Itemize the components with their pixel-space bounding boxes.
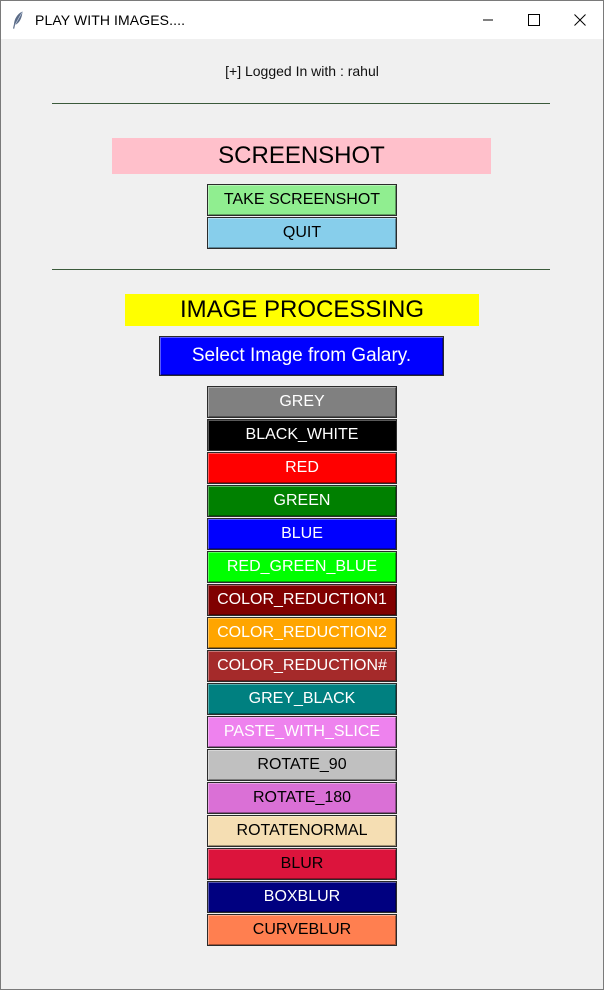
close-icon[interactable]	[557, 1, 603, 39]
filter-button-rotatenormal[interactable]: ROTATENORMAL	[207, 815, 397, 847]
separator-top	[52, 103, 550, 104]
filter-button-color-reduction1[interactable]: COLOR_REDUCTION1	[207, 584, 397, 616]
screenshot-heading: SCREENSHOT	[112, 138, 491, 174]
filter-button-boxblur[interactable]: BOXBLUR	[207, 881, 397, 913]
filter-button-red[interactable]: RED	[207, 452, 397, 484]
quit-button[interactable]: QUIT	[207, 217, 397, 249]
filter-button-color-reduction2[interactable]: COLOR_REDUCTION2	[207, 617, 397, 649]
filter-button-blur[interactable]: BLUR	[207, 848, 397, 880]
image-processing-heading: IMAGE PROCESSING	[125, 294, 479, 326]
separator-middle	[52, 269, 550, 270]
filter-button-green[interactable]: GREEN	[207, 485, 397, 517]
app-window: PLAY WITH IMAGES.... [+] Logged In with …	[0, 0, 604, 990]
title-bar[interactable]: PLAY WITH IMAGES....	[1, 1, 603, 39]
window-title: PLAY WITH IMAGES....	[35, 12, 186, 28]
filter-button-grey-black[interactable]: GREY_BLACK	[207, 683, 397, 715]
filter-button-black-white[interactable]: BLACK_WHITE	[207, 419, 397, 451]
take-screenshot-button[interactable]: TAKE SCREENSHOT	[207, 184, 397, 216]
maximize-icon[interactable]	[511, 1, 557, 39]
feather-icon	[1, 1, 35, 39]
filter-button-grey[interactable]: GREY	[207, 386, 397, 418]
filter-button-rotate-180[interactable]: ROTATE_180	[207, 782, 397, 814]
filter-button-red-green-blue[interactable]: RED_GREEN_BLUE	[207, 551, 397, 583]
filter-button-paste-with-slice[interactable]: PASTE_WITH_SLICE	[207, 716, 397, 748]
filter-button-curveblur[interactable]: CURVEBLUR	[207, 914, 397, 946]
minimize-icon[interactable]	[465, 1, 511, 39]
window-controls	[465, 1, 603, 39]
filter-button-blue[interactable]: BLUE	[207, 518, 397, 550]
filter-button-color-reduction[interactable]: COLOR_REDUCTION#	[207, 650, 397, 682]
filter-button-rotate-90[interactable]: ROTATE_90	[207, 749, 397, 781]
login-status: [+] Logged In with : rahul	[225, 63, 379, 79]
select-image-button[interactable]: Select Image from Galary.	[159, 336, 444, 376]
